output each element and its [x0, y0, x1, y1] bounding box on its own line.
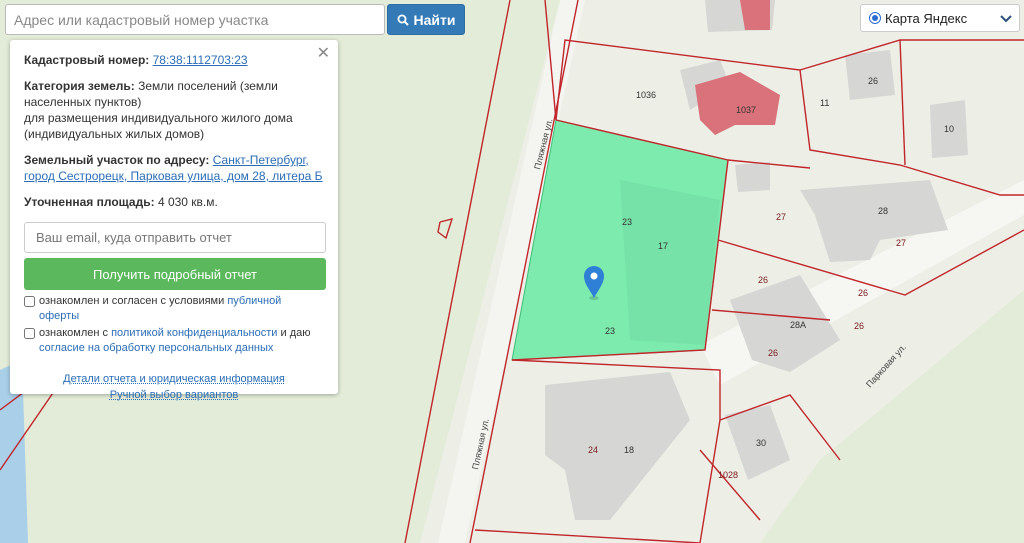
radio-icon: [869, 12, 881, 24]
close-icon[interactable]: ✕: [317, 46, 330, 62]
cadastral-number-link[interactable]: 78:38:1112703:23: [153, 53, 248, 67]
parcel-label: 26: [868, 76, 878, 86]
parcel-label: 23: [605, 326, 615, 336]
email-field[interactable]: [24, 222, 326, 253]
parcel-label: 24: [588, 445, 598, 455]
parcel-label: 27: [776, 212, 786, 222]
privacy-consent-text-b: и даю: [277, 327, 311, 339]
area-label: Уточненная площадь:: [24, 195, 155, 209]
parcel-label: 10: [944, 124, 954, 134]
offer-consent-text: ознакомлен и согласен с условиями: [39, 295, 228, 307]
parcel-label: 26: [858, 288, 868, 298]
parcel-label: 11: [820, 98, 829, 108]
address-label: Земельный участок по адресу:: [24, 153, 210, 167]
parcel-label: 26: [758, 275, 768, 285]
land-category-row: Категория земель: Земли поселений (земли…: [24, 78, 324, 142]
manual-selection-link[interactable]: Ручной выбор вариантов: [110, 389, 238, 401]
chevron-down-icon: [1000, 15, 1012, 23]
parcel-label: 23: [622, 217, 632, 227]
report-details-link[interactable]: Детали отчета и юридическая информация: [63, 373, 285, 385]
land-purpose-value: для размещения индивидуального жилого до…: [24, 111, 293, 141]
offer-consent-checkbox[interactable]: [24, 296, 35, 307]
parcel-label: 1037: [736, 105, 756, 115]
privacy-consent-text: ознакомлен с: [39, 327, 112, 339]
map-layer-select[interactable]: Карта Яндекс: [860, 4, 1020, 32]
address-row: Земельный участок по адресу: Санкт-Петер…: [24, 152, 324, 184]
parcel-label: 30: [756, 438, 766, 448]
parcel-label: 1028: [718, 470, 738, 480]
parcel-label: 18: [624, 445, 634, 455]
search-button[interactable]: Найти: [387, 4, 465, 35]
parcel-label: 17: [658, 241, 668, 251]
get-report-button[interactable]: Получить подробный отчет: [24, 258, 326, 290]
area-value: 4 030 кв.м.: [157, 195, 218, 209]
parcel-label: 28А: [790, 320, 806, 330]
personal-data-consent-link[interactable]: согласие на обработку персональных данны…: [39, 342, 273, 354]
land-category-label: Категория земель:: [24, 79, 135, 93]
privacy-policy-link[interactable]: политикой конфиденциальности: [111, 327, 277, 339]
parcel-label: 1036: [636, 90, 656, 100]
parcel-info-panel: ✕ Кадастровый номер: 78:38:1112703:23 Ка…: [10, 40, 338, 401]
parcel-label: 27: [896, 238, 906, 248]
search-icon: [397, 14, 409, 26]
search-bar: [5, 4, 385, 35]
parcel-label: 28: [878, 206, 888, 216]
cadastral-number-label: Кадастровый номер:: [24, 53, 150, 67]
privacy-consent-checkbox[interactable]: [24, 328, 35, 339]
search-button-label: Найти: [413, 11, 456, 28]
privacy-consent-row: ознакомлен с политикой конфиденциальност…: [24, 326, 324, 356]
panel-footer: Детали отчета и юридическая информация Р…: [24, 371, 324, 403]
parcel-label: 26: [768, 348, 778, 358]
parcel-label: 26: [854, 321, 864, 331]
cadastral-number-row: Кадастровый номер: 78:38:1112703:23: [24, 52, 324, 68]
search-input[interactable]: [5, 4, 385, 35]
map-layer-label: Карта Яндекс: [885, 10, 968, 26]
offer-consent-row: ознакомлен и согласен с условиями публич…: [24, 294, 324, 324]
area-row: Уточненная площадь: 4 030 кв.м.: [24, 194, 324, 210]
